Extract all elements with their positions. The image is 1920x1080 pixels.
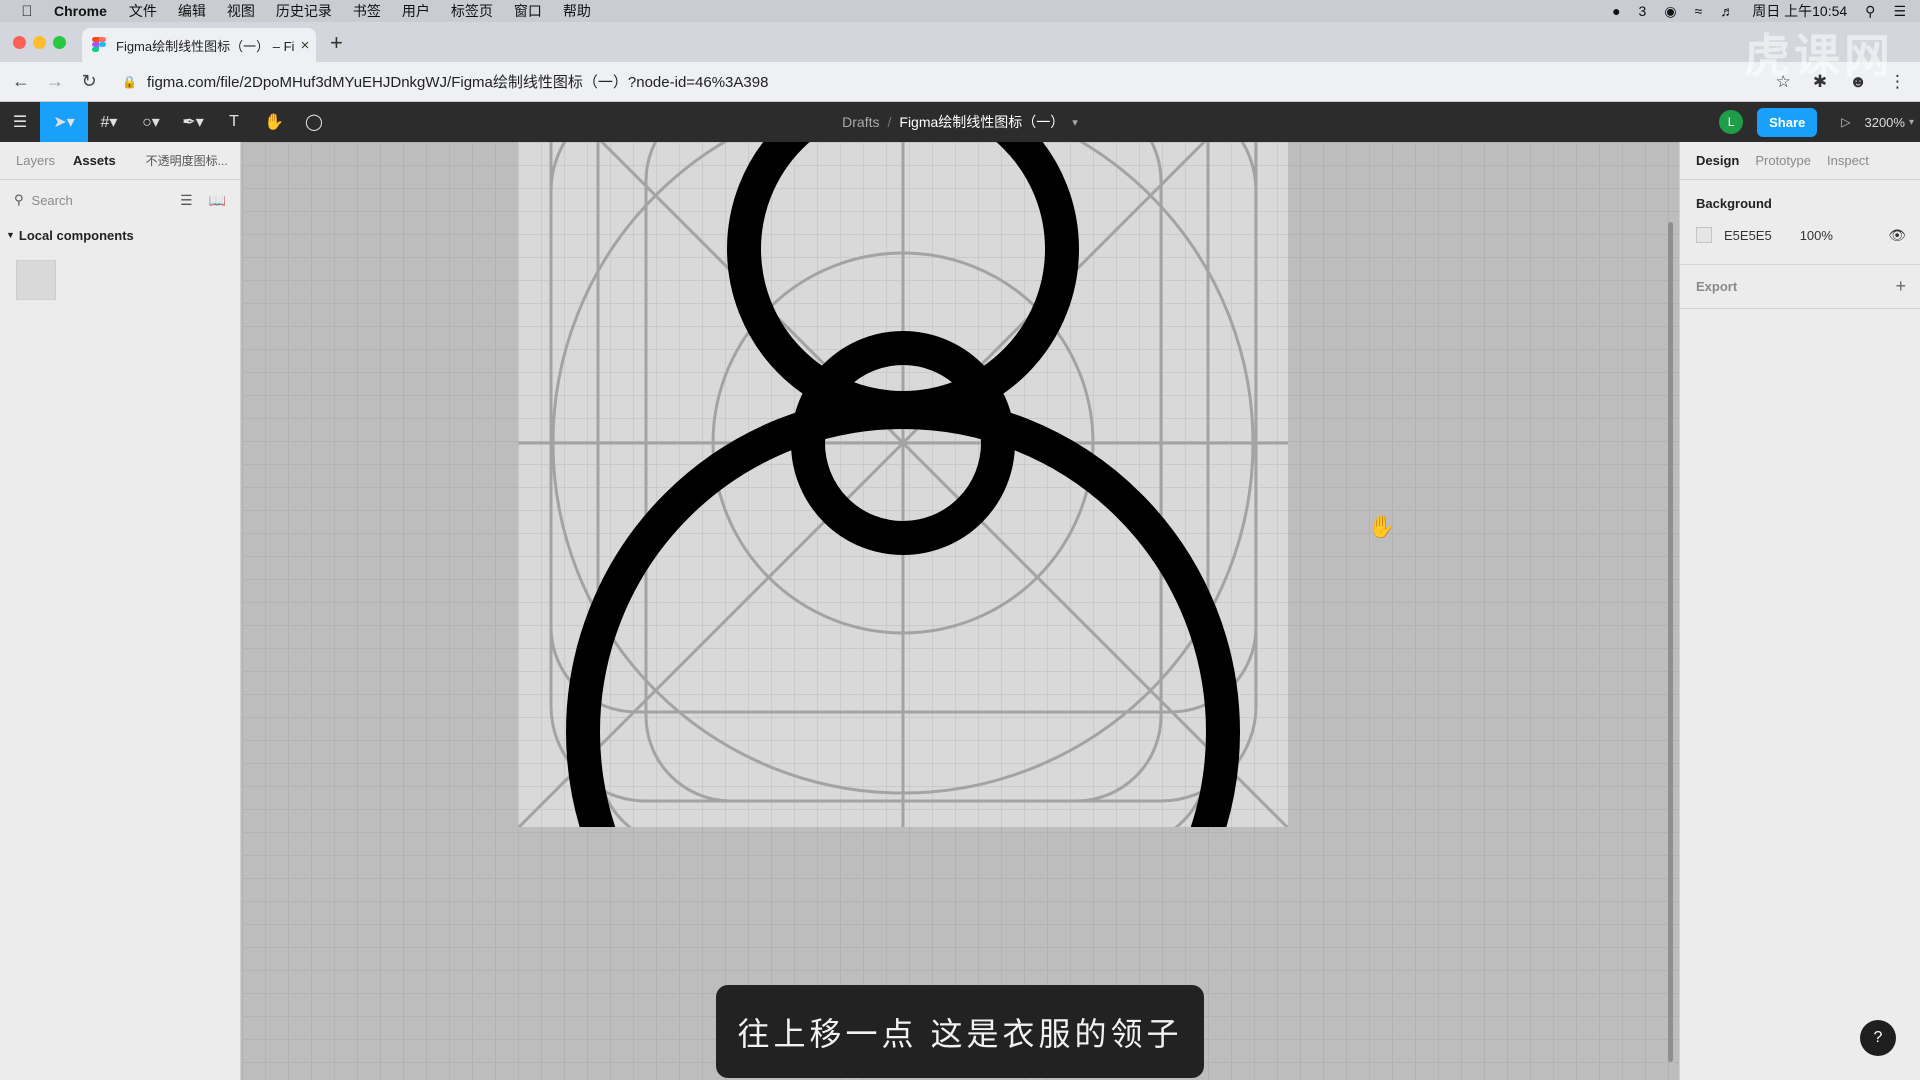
component-thumbnail[interactable]: [16, 260, 56, 300]
tab-prototype[interactable]: Prototype: [1755, 153, 1811, 168]
app-name[interactable]: Chrome: [54, 3, 107, 19]
assets-search[interactable]: ⚲ Search ☰ 📖: [0, 180, 240, 220]
help-button[interactable]: ?: [1860, 1020, 1896, 1056]
menu-file[interactable]: 文件: [129, 1, 157, 21]
export-section: Export +: [1680, 265, 1920, 309]
menu-help[interactable]: 帮助: [563, 1, 591, 21]
new-tab-button[interactable]: +: [330, 30, 343, 56]
background-section-title: Background: [1696, 195, 1772, 211]
figma-toolbar-right: L Share ▷ 3200% ▾: [1719, 102, 1914, 142]
library-selector[interactable]: 不透明度图标...: [146, 152, 228, 169]
browser-toolbar: ← → ↻ 🔒 figma.com/file/2DpoMHuf3dMYuEHJD…: [0, 62, 1920, 102]
file-menu-chevron-icon[interactable]: ▾: [1072, 116, 1078, 129]
figma-tools: ☰ ➤▾ #▾ ○▾ ✒▾ T ✋ ◯: [0, 102, 334, 142]
canvas[interactable]: ✋: [242, 142, 1679, 1080]
watermark-logo: 虎课网: [1744, 30, 1894, 82]
wechat-count: 3: [1638, 3, 1647, 19]
comment-tool-icon[interactable]: ◯: [294, 102, 334, 142]
search-placeholder[interactable]: Search: [32, 193, 73, 208]
tab-close-icon[interactable]: ×: [294, 37, 316, 54]
clock[interactable]: 周日 上午10:54: [1752, 1, 1847, 21]
background-opacity[interactable]: 100%: [1800, 228, 1833, 243]
lock-icon[interactable]: 🔒: [122, 75, 137, 89]
reload-icon[interactable]: ↻: [76, 71, 102, 92]
control-center-icon[interactable]: ☰: [1893, 3, 1906, 20]
url-text[interactable]: figma.com/file/2DpoMHuf3dMYuEHJDnkgWJ/Fi…: [147, 71, 768, 92]
menubar-status: ● 3 ◉ ≈ ♬ 周日 上午10:54 ⚲ ☰: [1612, 0, 1906, 22]
add-export-icon[interactable]: +: [1895, 276, 1906, 297]
breadcrumb-drafts[interactable]: Drafts: [842, 114, 879, 130]
pen-tool-icon[interactable]: ✒▾: [172, 102, 214, 142]
menu-view[interactable]: 视图: [227, 1, 255, 21]
browser-tabstrip: Figma绘制线性图标（一） – Fig × +: [0, 22, 1920, 62]
video-subtitle: 往上移一点 这是衣服的领子: [716, 985, 1204, 1078]
menu-history[interactable]: 历史记录: [276, 1, 332, 21]
background-hex[interactable]: E5E5E5: [1724, 228, 1772, 243]
tab-inspect[interactable]: Inspect: [1827, 153, 1869, 168]
background-fill-row: E5E5E5 100% 👁: [1680, 220, 1920, 250]
text-tool-icon[interactable]: T: [214, 102, 254, 142]
wechat-icon[interactable]: ●: [1612, 3, 1620, 19]
list-view-icon[interactable]: ☰: [180, 192, 193, 209]
zoom-level[interactable]: 3200%: [1864, 115, 1904, 130]
search-icon: ⚲: [14, 192, 24, 207]
apple-icon[interactable]: : [0, 3, 54, 20]
wifi-icon[interactable]: ≈: [1695, 3, 1703, 19]
export-title: Export: [1696, 279, 1738, 294]
present-icon[interactable]: ▷: [1841, 115, 1850, 129]
tab-design[interactable]: Design: [1696, 153, 1739, 168]
back-icon[interactable]: ←: [8, 71, 34, 92]
window-maximize-button[interactable]: [53, 36, 66, 49]
library-book-icon[interactable]: 📖: [209, 192, 226, 209]
window-minimize-button[interactable]: [33, 36, 46, 49]
menu-bookmarks[interactable]: 书签: [353, 1, 381, 21]
hand-cursor-icon: ✋: [1368, 514, 1396, 539]
hand-tool-icon[interactable]: ✋: [254, 102, 294, 142]
tab-assets[interactable]: Assets: [73, 153, 116, 168]
right-panel: Design Prototype Inspect Background E5E5…: [1679, 142, 1920, 1080]
record-icon[interactable]: ◉: [1664, 3, 1676, 20]
local-components-section[interactable]: ▼ Local components: [0, 220, 240, 250]
right-panel-tabs: Design Prototype Inspect: [1680, 142, 1920, 180]
background-color-swatch[interactable]: [1696, 227, 1712, 243]
browser-tab[interactable]: Figma绘制线性图标（一） – Fig ×: [82, 28, 316, 62]
tab-title: Figma绘制线性图标（一） – Fig: [116, 38, 294, 54]
figma-favicon-icon: [92, 37, 106, 53]
tab-layers[interactable]: Layers: [16, 153, 55, 168]
figma-toolbar: ☰ ➤▾ #▾ ○▾ ✒▾ T ✋ ◯ Drafts / Figma绘制线性图标…: [0, 102, 1920, 142]
file-name[interactable]: Figma绘制线性图标（一）: [899, 112, 1064, 132]
spotlight-icon[interactable]: ⚲: [1865, 3, 1875, 20]
menu-profiles[interactable]: 用户: [402, 1, 430, 21]
menu-window[interactable]: 窗口: [514, 1, 542, 21]
breadcrumb-separator: /: [887, 114, 892, 130]
section-title: Local components: [18, 227, 134, 243]
left-panel: Layers Assets 不透明度图标... ⚲ Search ☰ 📖 ▼ L…: [0, 142, 241, 1080]
left-panel-tabs: Layers Assets 不透明度图标...: [0, 142, 240, 180]
main-menu-icon[interactable]: ☰: [0, 102, 40, 142]
share-button[interactable]: Share: [1757, 107, 1818, 137]
assets-view-controls: ☰ 📖: [180, 192, 226, 209]
menu-edit[interactable]: 编辑: [178, 1, 206, 21]
icon-drawing: [518, 142, 1288, 827]
menu-tabs[interactable]: 标签页: [451, 1, 493, 21]
caret-down-icon[interactable]: ▼: [6, 230, 15, 240]
shape-tool-icon[interactable]: ○▾: [130, 102, 172, 142]
forward-icon[interactable]: →: [42, 71, 68, 92]
zoom-chevron-icon[interactable]: ▾: [1909, 117, 1914, 128]
icon-frame[interactable]: [518, 142, 1288, 827]
frame-tool-icon[interactable]: #▾: [88, 102, 130, 142]
move-tool-icon[interactable]: ➤▾: [40, 102, 88, 142]
avatar[interactable]: L: [1719, 110, 1744, 134]
screen:  Chrome 文件 编辑 视图 历史记录 书签 用户 标签页 窗口 帮助 ●…: [0, 0, 1920, 1080]
visibility-eye-icon[interactable]: 👁: [1888, 227, 1906, 244]
volume-icon[interactable]: ♬: [1720, 3, 1734, 19]
address-bar[interactable]: 🔒 figma.com/file/2DpoMHuf3dMYuEHJDnkgWJ/…: [122, 71, 768, 92]
canvas-scrollbar[interactable]: [1668, 222, 1673, 1062]
macos-menubar:  Chrome 文件 编辑 视图 历史记录 书签 用户 标签页 窗口 帮助 ●…: [0, 0, 1920, 22]
window-close-button[interactable]: [13, 36, 26, 49]
